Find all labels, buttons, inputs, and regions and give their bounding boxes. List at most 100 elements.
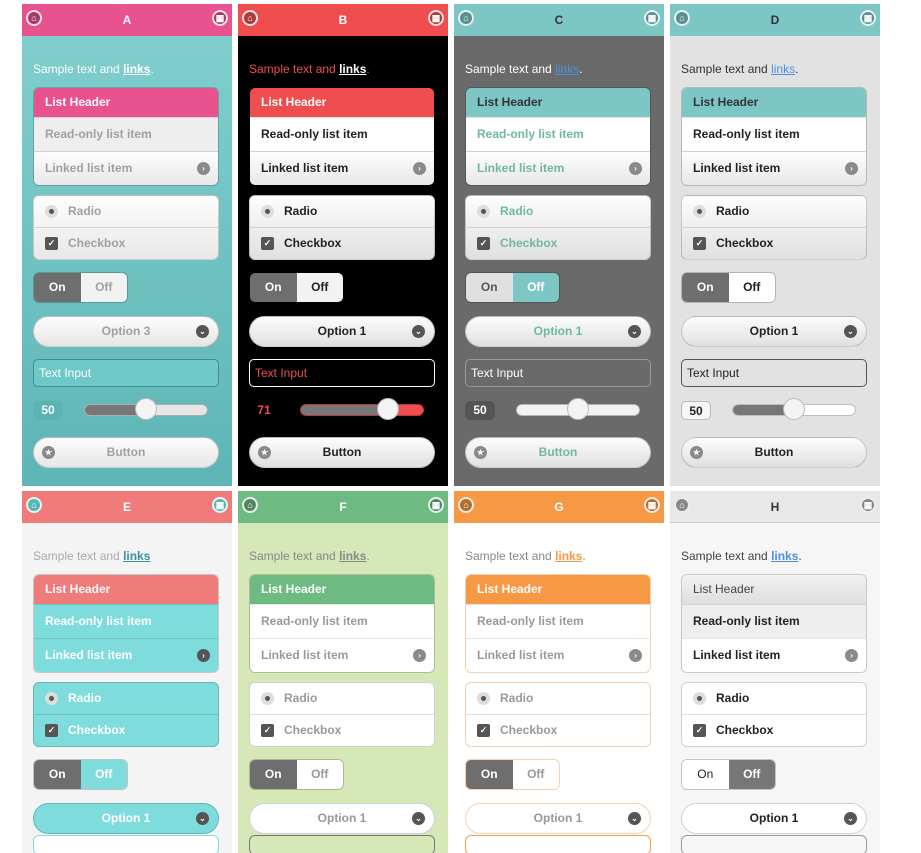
grid-icon[interactable]: ▦ — [644, 10, 660, 26]
flip-off[interactable]: Off — [296, 760, 343, 789]
home-icon[interactable]: ⌂ — [26, 10, 42, 26]
select-menu[interactable]: Option 1 ⌄ — [681, 803, 867, 834]
linked-list-item[interactable]: Linked list item › — [466, 638, 650, 672]
text-input[interactable] — [465, 835, 651, 853]
select-menu[interactable]: Option 1 ⌄ — [681, 316, 867, 347]
flip-on[interactable]: On — [250, 760, 297, 789]
flip-switch[interactable]: On Off — [465, 759, 560, 790]
flip-switch[interactable]: On Off — [249, 272, 344, 303]
home-icon[interactable]: ⌂ — [458, 10, 474, 26]
flip-on[interactable]: On — [34, 273, 81, 302]
flip-off[interactable]: Off — [728, 760, 775, 789]
flip-switch[interactable]: On Off — [249, 759, 344, 790]
sample-link[interactable]: links — [123, 62, 150, 76]
text-input[interactable]: Text Input — [681, 359, 867, 387]
button[interactable]: ★ Button — [465, 437, 651, 468]
home-icon[interactable]: ⌂ — [242, 10, 258, 26]
slider-handle[interactable] — [783, 398, 805, 420]
home-icon[interactable]: ⌂ — [242, 497, 258, 513]
slider-handle[interactable] — [135, 398, 157, 420]
select-menu[interactable]: Option 1 ⌄ — [33, 803, 219, 834]
text-input[interactable] — [249, 835, 435, 853]
text-input[interactable]: Text Input — [33, 359, 219, 387]
checkbox-option[interactable]: ✓ Checkbox — [466, 714, 650, 746]
radio-option[interactable]: Radio — [250, 683, 434, 714]
text-input[interactable] — [681, 835, 867, 853]
linked-list-item[interactable]: Linked list item › — [250, 638, 434, 672]
flip-on[interactable]: On — [682, 760, 729, 789]
grid-icon[interactable]: ▦ — [860, 10, 876, 26]
home-icon[interactable]: ⌂ — [26, 497, 42, 513]
linked-list-item[interactable]: Linked list item › — [250, 151, 434, 185]
linked-list-item[interactable]: Linked list item › — [682, 151, 866, 185]
radio-option[interactable]: Radio — [34, 196, 218, 227]
flip-on[interactable]: On — [250, 273, 297, 302]
checkbox-option[interactable]: ✓ Checkbox — [34, 714, 218, 746]
flip-switch[interactable]: On Off — [681, 759, 776, 790]
radio-option[interactable]: Radio — [250, 196, 434, 227]
linked-list-item[interactable]: Linked list item › — [34, 638, 218, 672]
select-menu[interactable]: Option 1 ⌄ — [249, 803, 435, 834]
flip-off[interactable]: Off — [512, 760, 559, 789]
flip-switch[interactable]: On Off — [33, 272, 128, 303]
slider-value[interactable]: 50 — [33, 401, 63, 420]
radio-option[interactable]: Radio — [682, 196, 866, 227]
flip-on[interactable]: On — [466, 273, 513, 302]
text-input[interactable]: Text Input — [249, 359, 435, 387]
sample-link[interactable]: links — [555, 549, 582, 563]
checkbox-option[interactable]: ✓ Checkbox — [682, 227, 866, 259]
linked-list-item[interactable]: Linked list item › — [34, 151, 218, 185]
slider-value[interactable]: 50 — [681, 401, 711, 420]
grid-icon[interactable]: ▦ — [212, 10, 228, 26]
checkbox-option[interactable]: ✓ Checkbox — [682, 714, 866, 746]
flip-switch[interactable]: On Off — [681, 272, 776, 303]
grid-icon[interactable]: ▦ — [428, 10, 444, 26]
slider-value[interactable]: 71 — [249, 401, 279, 420]
flip-switch[interactable]: On Off — [33, 759, 128, 790]
slider-track[interactable] — [300, 404, 424, 416]
button[interactable]: ★ Button — [681, 437, 867, 468]
button[interactable]: ★ Button — [33, 437, 219, 468]
grid-icon[interactable]: ▦ — [644, 497, 660, 513]
flip-on[interactable]: On — [466, 760, 513, 789]
checkbox-option[interactable]: ✓ Checkbox — [250, 227, 434, 259]
sample-link[interactable]: links — [771, 62, 795, 76]
button[interactable]: ★ Button — [249, 437, 435, 468]
select-menu[interactable]: Option 1 ⌄ — [465, 316, 651, 347]
sample-link[interactable]: links — [123, 549, 150, 563]
grid-icon[interactable]: ▦ — [428, 497, 444, 513]
flip-switch[interactable]: On Off — [465, 272, 560, 303]
sample-link[interactable]: links — [339, 549, 366, 563]
slider-handle[interactable] — [377, 398, 399, 420]
radio-option[interactable]: Radio — [34, 683, 218, 714]
flip-off[interactable]: Off — [80, 273, 127, 302]
slider-value[interactable]: 50 — [465, 401, 495, 420]
radio-option[interactable]: Radio — [466, 196, 650, 227]
grid-icon[interactable]: ▦ — [212, 497, 228, 513]
select-menu[interactable]: Option 1 ⌄ — [249, 316, 435, 347]
flip-on[interactable]: On — [682, 273, 729, 302]
radio-option[interactable]: Radio — [682, 683, 866, 714]
grid-icon[interactable]: ▦ — [860, 497, 876, 513]
select-menu[interactable]: Option 3 ⌄ — [33, 316, 219, 347]
radio-option[interactable]: Radio — [466, 683, 650, 714]
text-input[interactable] — [33, 835, 219, 853]
sample-link[interactable]: links — [771, 549, 798, 563]
home-icon[interactable]: ⌂ — [674, 497, 690, 513]
flip-off[interactable]: Off — [512, 273, 559, 302]
text-input[interactable]: Text Input — [465, 359, 651, 387]
flip-off[interactable]: Off — [728, 273, 775, 302]
sample-link[interactable]: links — [339, 62, 366, 76]
checkbox-option[interactable]: ✓ Checkbox — [466, 227, 650, 259]
slider-handle[interactable] — [567, 398, 589, 420]
sample-link[interactable]: links — [555, 62, 579, 76]
home-icon[interactable]: ⌂ — [458, 497, 474, 513]
flip-off[interactable]: Off — [80, 760, 127, 789]
home-icon[interactable]: ⌂ — [674, 10, 690, 26]
linked-list-item[interactable]: Linked list item › — [466, 151, 650, 185]
linked-list-item[interactable]: Linked list item › — [682, 638, 866, 672]
checkbox-option[interactable]: ✓ Checkbox — [34, 227, 218, 259]
flip-on[interactable]: On — [34, 760, 81, 789]
checkbox-option[interactable]: ✓ Checkbox — [250, 714, 434, 746]
select-menu[interactable]: Option 1 ⌄ — [465, 803, 651, 834]
